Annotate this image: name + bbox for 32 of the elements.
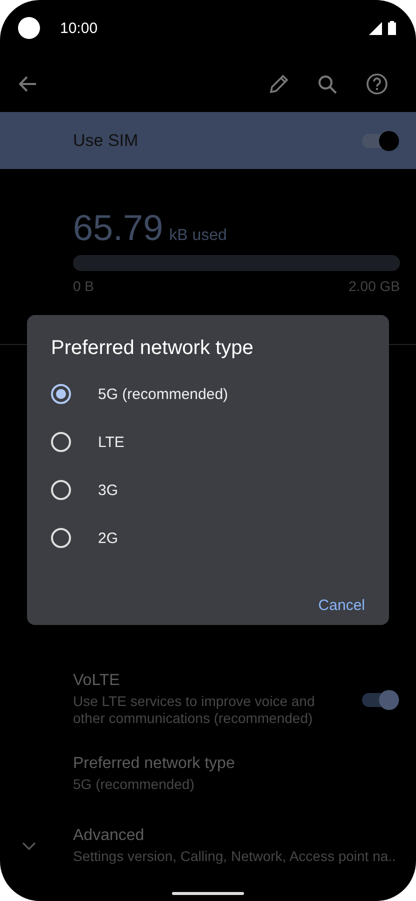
option-label[interactable]: 2G	[98, 530, 118, 546]
chevron-down-icon[interactable]	[22, 842, 36, 850]
setting-title[interactable]: Advanced	[73, 827, 396, 845]
help-icon[interactable]	[366, 73, 388, 95]
dialog-title: Preferred network type	[50, 337, 254, 360]
toggle-switch[interactable]	[362, 692, 396, 706]
radio-button[interactable]	[51, 480, 71, 500]
setting-title[interactable]: Preferred network type	[73, 755, 396, 773]
option-label[interactable]: 3G	[98, 482, 118, 498]
clock-time: 10:00	[60, 20, 98, 36]
cancel-button[interactable]: Cancel	[308, 589, 375, 622]
option-label[interactable]: 5G (recommended)	[98, 386, 228, 402]
setting-summary: Settings version, Calling, Network, Access point na..	[73, 848, 396, 865]
data-used-unit: kB used	[169, 227, 227, 245]
search-icon[interactable]	[318, 74, 337, 94]
setting-summary: 5G (recommended)	[73, 776, 196, 793]
battery-icon	[388, 21, 396, 35]
radio-button[interactable]	[51, 384, 71, 404]
max-label: 2.00 GB	[348, 278, 400, 294]
toggle-switch[interactable]	[362, 134, 396, 148]
data-used-amount: 65.79	[73, 207, 164, 249]
min-label: 0 B	[73, 278, 94, 294]
edit-icon[interactable]	[268, 74, 288, 94]
setting-summary: Use LTE services to improve voice and other communications (recommended)	[73, 693, 316, 727]
setting-title[interactable]: VoLTE	[73, 672, 362, 690]
camera-cutout	[18, 17, 40, 39]
use-sim-label: Use SIM	[73, 130, 138, 150]
signal-icon	[369, 22, 382, 34]
radio-button[interactable]	[51, 528, 71, 548]
radio-button[interactable]	[51, 432, 71, 452]
back-icon[interactable]	[19, 76, 37, 92]
option-label[interactable]: LTE	[98, 434, 124, 450]
